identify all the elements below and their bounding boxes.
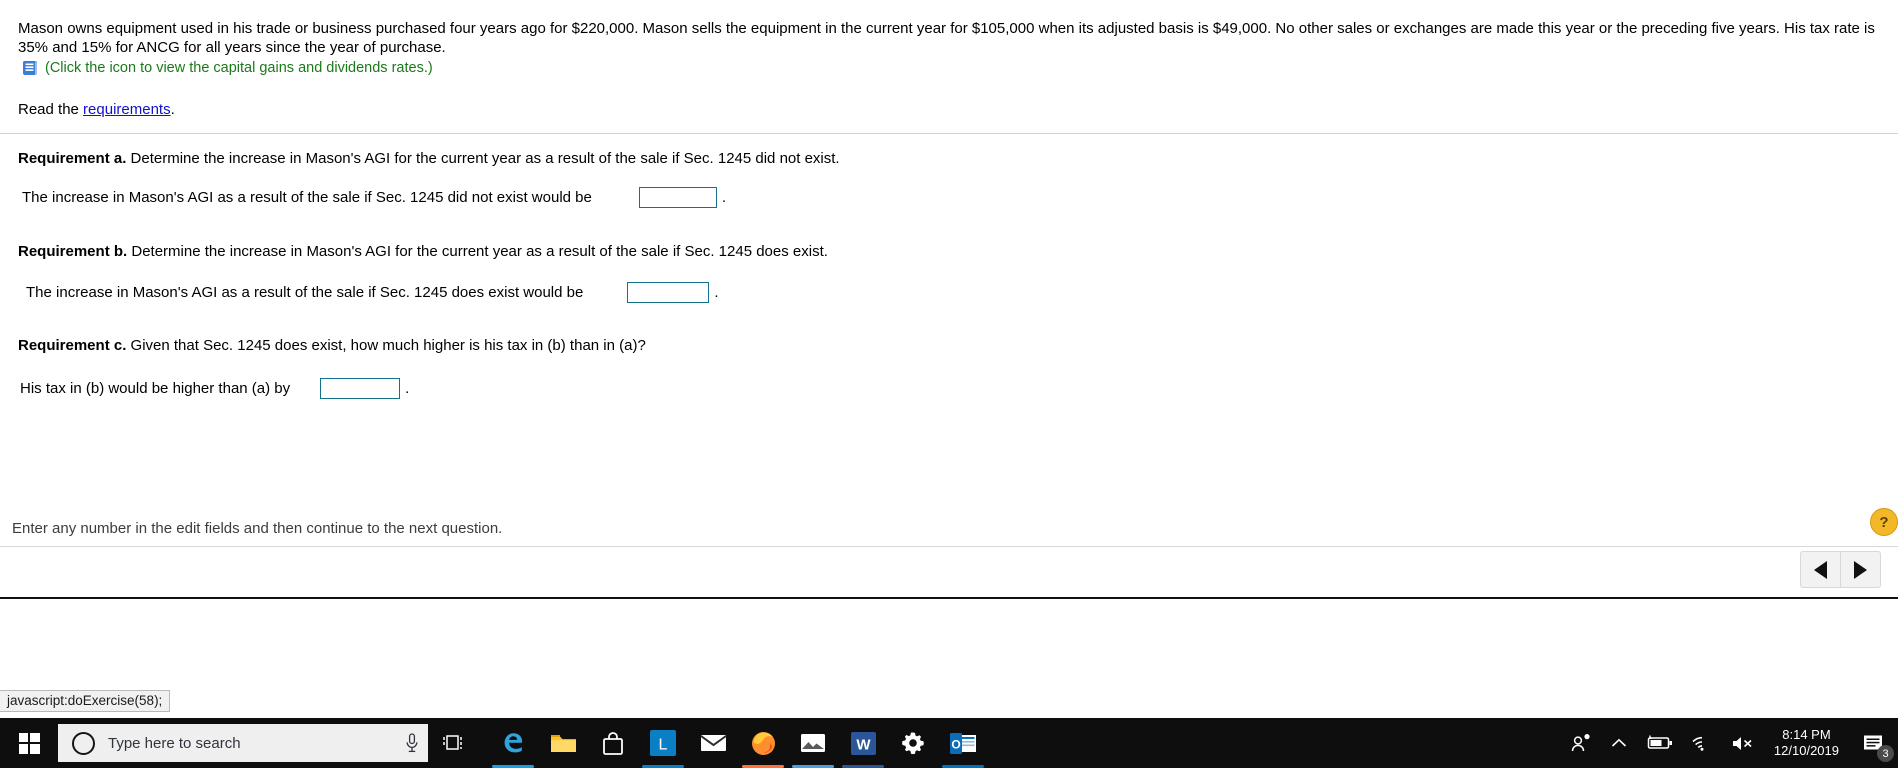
edge-icon xyxy=(504,732,522,752)
windows-taskbar: Type here to search L W O 8:14 PM 12/10/… xyxy=(0,718,1898,768)
people-icon[interactable] xyxy=(1562,718,1602,768)
word-icon: W xyxy=(850,731,876,755)
task-view-icon[interactable] xyxy=(428,718,480,768)
gear-icon xyxy=(902,732,924,755)
requirement-b-text: Determine the increase in Mason's AGI fo… xyxy=(127,243,828,260)
firefox-icon xyxy=(751,731,775,755)
system-tray: 8:14 PM 12/10/2019 3 xyxy=(1562,718,1898,768)
requirement-c-label: Requirement c. xyxy=(18,337,127,354)
requirement-b-label: Requirement b. xyxy=(18,243,128,260)
taskbar-app-file-explorer[interactable] xyxy=(538,718,588,768)
read-suffix: . xyxy=(170,101,175,118)
start-button[interactable] xyxy=(0,718,58,768)
requirement-c-input[interactable] xyxy=(320,378,401,399)
requirement-c-answer-label: His tax in (b) would be higher than (a) … xyxy=(20,380,291,397)
people-glyph xyxy=(1571,734,1590,752)
requirement-c-answer-row: His tax in (b) would be higher than (a) … xyxy=(20,378,409,399)
requirement-b-answer-label: The increase in Mason's AGI as a result … xyxy=(26,284,584,301)
search-placeholder: Type here to search xyxy=(108,734,241,752)
window-bottom-edge xyxy=(0,597,1898,599)
capital-gains-rates-caption[interactable]: (Click the icon to view the capital gain… xyxy=(45,60,433,76)
requirement-a-text: Determine the increase in Mason's AGI fo… xyxy=(126,150,840,167)
pearson-icon: L xyxy=(650,730,676,756)
footer-divider xyxy=(0,546,1898,547)
next-question-button[interactable] xyxy=(1840,551,1881,588)
wifi-glyph xyxy=(1692,736,1704,751)
requirement-a-period: . xyxy=(721,189,727,206)
requirement-a-answer-row: The increase in Mason's AGI as a result … xyxy=(22,187,726,208)
svg-text:L: L xyxy=(659,737,668,754)
taskbar-app-edge[interactable] xyxy=(488,718,538,768)
chevron-right-icon xyxy=(1854,560,1867,579)
requirement-a-answer-label: The increase in Mason's AGI as a result … xyxy=(22,189,592,206)
requirement-a-heading: Requirement a. Determine the increase in… xyxy=(18,150,840,167)
requirement-a-input[interactable] xyxy=(638,187,717,208)
battery-charging-icon[interactable] xyxy=(1636,718,1682,768)
requirement-b-period: . xyxy=(714,284,719,301)
requirements-link[interactable]: requirements xyxy=(83,101,171,118)
mail-icon xyxy=(699,735,727,751)
clock-time: 8:14 PM xyxy=(1782,727,1831,742)
taskbar-app-outlook[interactable]: O xyxy=(938,718,988,768)
outlook-icon: O xyxy=(949,732,976,754)
battery-glyph xyxy=(1647,735,1672,749)
browser-status-bar: javascript:doExercise(58); xyxy=(0,690,171,712)
requirement-b-input[interactable] xyxy=(627,282,710,303)
capital-gains-rates-link[interactable]: (Click the icon to view the capital gain… xyxy=(22,60,433,76)
taskbar-app-firefox[interactable] xyxy=(738,718,788,768)
task-view-glyph xyxy=(443,735,462,750)
taskbar-app-microsoft-store[interactable] xyxy=(588,718,638,768)
requirement-a-label: Requirement a. xyxy=(18,150,127,167)
svg-text:O: O xyxy=(951,737,960,751)
question-navigation xyxy=(1800,551,1881,588)
chevron-left-icon xyxy=(1814,560,1827,579)
help-badge[interactable]: ? xyxy=(1870,508,1898,536)
clock-date: 12/10/2019 xyxy=(1773,743,1839,758)
previous-question-button[interactable] xyxy=(1800,551,1840,588)
chevron-up-icon xyxy=(1611,738,1626,747)
taskbar-app-buttons: L W O xyxy=(488,718,988,768)
read-requirements-line: Read the requirements. xyxy=(18,101,175,118)
wifi-icon[interactable] xyxy=(1682,718,1722,768)
requirement-b-answer-row: The increase in Mason's AGI as a result … xyxy=(26,282,719,303)
search-input[interactable]: Type here to search xyxy=(58,724,428,762)
read-prefix: Read the xyxy=(18,101,84,118)
section-divider xyxy=(0,133,1898,134)
file-explorer-icon xyxy=(550,734,576,752)
problem-statement: Mason owns equipment used in his trade o… xyxy=(18,20,1875,56)
photos-icon xyxy=(801,734,825,752)
taskbar-app-mail[interactable] xyxy=(688,718,738,768)
taskbar-clock[interactable]: 8:14 PM 12/10/2019 xyxy=(1764,727,1853,759)
cortana-circle-icon[interactable] xyxy=(72,731,95,755)
windows-logo-icon xyxy=(18,732,40,754)
microsoft-store-icon xyxy=(603,731,623,755)
requirement-b-heading: Requirement b. Determine the increase in… xyxy=(18,243,828,260)
requirement-c-period: . xyxy=(405,380,410,397)
taskbar-app-pearson-l[interactable]: L xyxy=(638,718,688,768)
requirement-c-heading: Requirement c. Given that Sec. 1245 does… xyxy=(18,337,646,354)
volume-muted-icon[interactable] xyxy=(1722,718,1764,768)
table-book-icon[interactable] xyxy=(22,60,39,76)
taskbar-app-settings[interactable] xyxy=(888,718,938,768)
requirement-c-text: Given that Sec. 1245 does exist, how muc… xyxy=(126,337,646,354)
instruction-status-text: Enter any number in the edit fields and … xyxy=(12,520,503,537)
volume-mute-glyph xyxy=(1732,736,1752,750)
notification-count-badge: 3 xyxy=(1877,745,1894,762)
exercise-content-area: Mason owns equipment used in his trade o… xyxy=(0,0,1898,712)
action-center-icon[interactable]: 3 xyxy=(1853,718,1898,768)
microphone-icon[interactable] xyxy=(404,733,420,753)
svg-text:W: W xyxy=(856,736,871,753)
taskbar-app-word[interactable]: W xyxy=(838,718,888,768)
show-hidden-icons-chevron[interactable] xyxy=(1602,718,1636,768)
taskbar-app-photos[interactable] xyxy=(788,718,838,768)
